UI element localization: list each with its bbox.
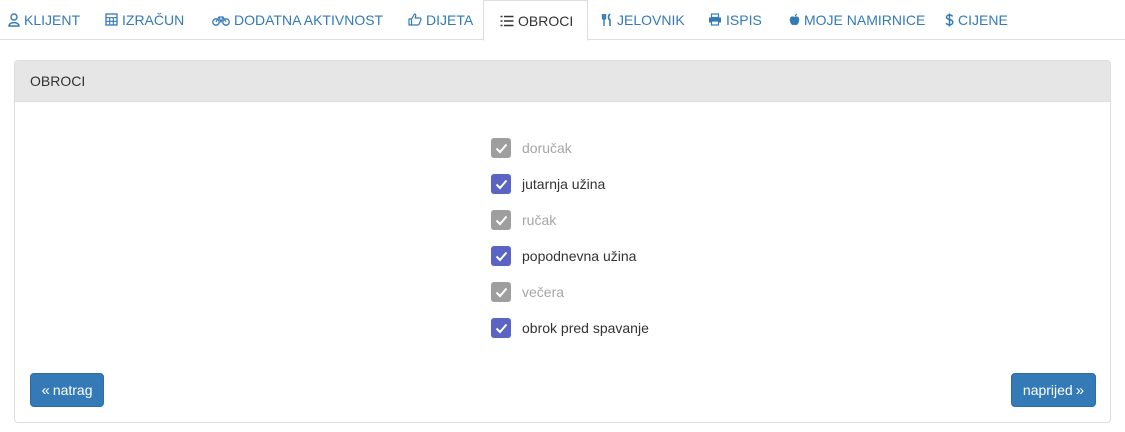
- tab-label: IZRAČUN: [122, 11, 185, 28]
- meal-label: popodnevna užina: [522, 248, 637, 264]
- next-button-label: naprijed: [1022, 382, 1073, 398]
- tab-bar: KLIJENT IZRAČUN DODATNA AKTIVNOST DIJETA…: [0, 0, 1125, 41]
- meal-label: večera: [522, 284, 565, 300]
- back-button[interactable]: « natrag: [30, 373, 104, 407]
- meal-checkbox-dorucak[interactable]: doručak: [491, 138, 572, 158]
- check-icon: [495, 215, 507, 225]
- dollar-icon: [945, 13, 954, 26]
- next-button[interactable]: naprijed »: [1011, 373, 1096, 407]
- panel-title: OBROCI: [30, 73, 86, 89]
- tab-dijeta[interactable]: DIJETA: [408, 0, 473, 39]
- meals-panel: OBROCI doručak jutarnja užina ručak popo…: [14, 60, 1111, 423]
- tab-jelovnik[interactable]: JELOVNIK: [601, 0, 685, 39]
- checkbox-box[interactable]: [491, 318, 511, 338]
- check-icon: [495, 251, 507, 261]
- back-button-label: natrag: [52, 382, 93, 398]
- list-icon: [500, 15, 514, 26]
- meal-checkbox-popodnevna-uzina[interactable]: popodnevna užina: [491, 246, 636, 266]
- meal-checkbox-obrok-pred-spavanje[interactable]: obrok pred spavanje: [491, 318, 649, 338]
- tab-obroci[interactable]: OBROCI: [483, 0, 589, 41]
- tab-label: CIJENE: [958, 11, 1008, 28]
- tab-izracun[interactable]: IZRAČUN: [105, 0, 184, 39]
- tab-label: DIJETA: [426, 11, 474, 28]
- tab-cijene[interactable]: CIJENE: [945, 0, 1008, 39]
- user-icon: [8, 12, 20, 27]
- double-chevron-left-icon: «: [41, 381, 50, 399]
- calculator-icon: [105, 13, 118, 26]
- checkbox-box[interactable]: [491, 138, 511, 158]
- panel-heading: OBROCI: [15, 61, 1110, 102]
- meal-label: jutarnja užina: [522, 176, 606, 192]
- check-icon: [495, 287, 507, 297]
- apple-icon: [789, 13, 800, 26]
- bicycle-icon: [212, 15, 230, 26]
- tab-dodatna-aktivnost[interactable]: DODATNA AKTIVNOST: [212, 0, 383, 39]
- meal-checkbox-rucak[interactable]: ručak: [491, 210, 556, 230]
- tab-klijent[interactable]: KLIJENT: [8, 0, 80, 39]
- meal-checkbox-vecera[interactable]: večera: [491, 282, 564, 302]
- tab-label: KLIJENT: [24, 11, 81, 28]
- check-icon: [495, 143, 507, 153]
- tab-ispis[interactable]: ISPIS: [708, 0, 762, 39]
- print-icon: [709, 13, 721, 26]
- meal-label: doručak: [522, 140, 572, 156]
- tab-moje-namirnice[interactable]: MOJE NAMIRNICE: [789, 0, 925, 39]
- checkbox-box[interactable]: [491, 174, 511, 194]
- tab-label: DODATNA AKTIVNOST: [234, 11, 384, 28]
- check-icon: [495, 323, 507, 333]
- thumbs-up-icon: [408, 13, 422, 26]
- tab-label: OBROCI: [518, 12, 574, 29]
- check-icon: [495, 179, 507, 189]
- checkbox-box[interactable]: [491, 282, 511, 302]
- meal-checkbox-jutarnja-uzina[interactable]: jutarnja užina: [491, 174, 605, 194]
- meal-label: ručak: [522, 212, 557, 228]
- meal-label: obrok pred spavanje: [522, 320, 649, 336]
- checkbox-box[interactable]: [491, 210, 511, 230]
- cutlery-icon: [601, 12, 611, 26]
- checkbox-box[interactable]: [491, 246, 511, 266]
- tab-label: ISPIS: [726, 11, 762, 28]
- tab-label: MOJE NAMIRNICE: [804, 11, 926, 28]
- tab-label: JELOVNIK: [617, 11, 685, 28]
- double-chevron-right-icon: »: [1075, 381, 1085, 399]
